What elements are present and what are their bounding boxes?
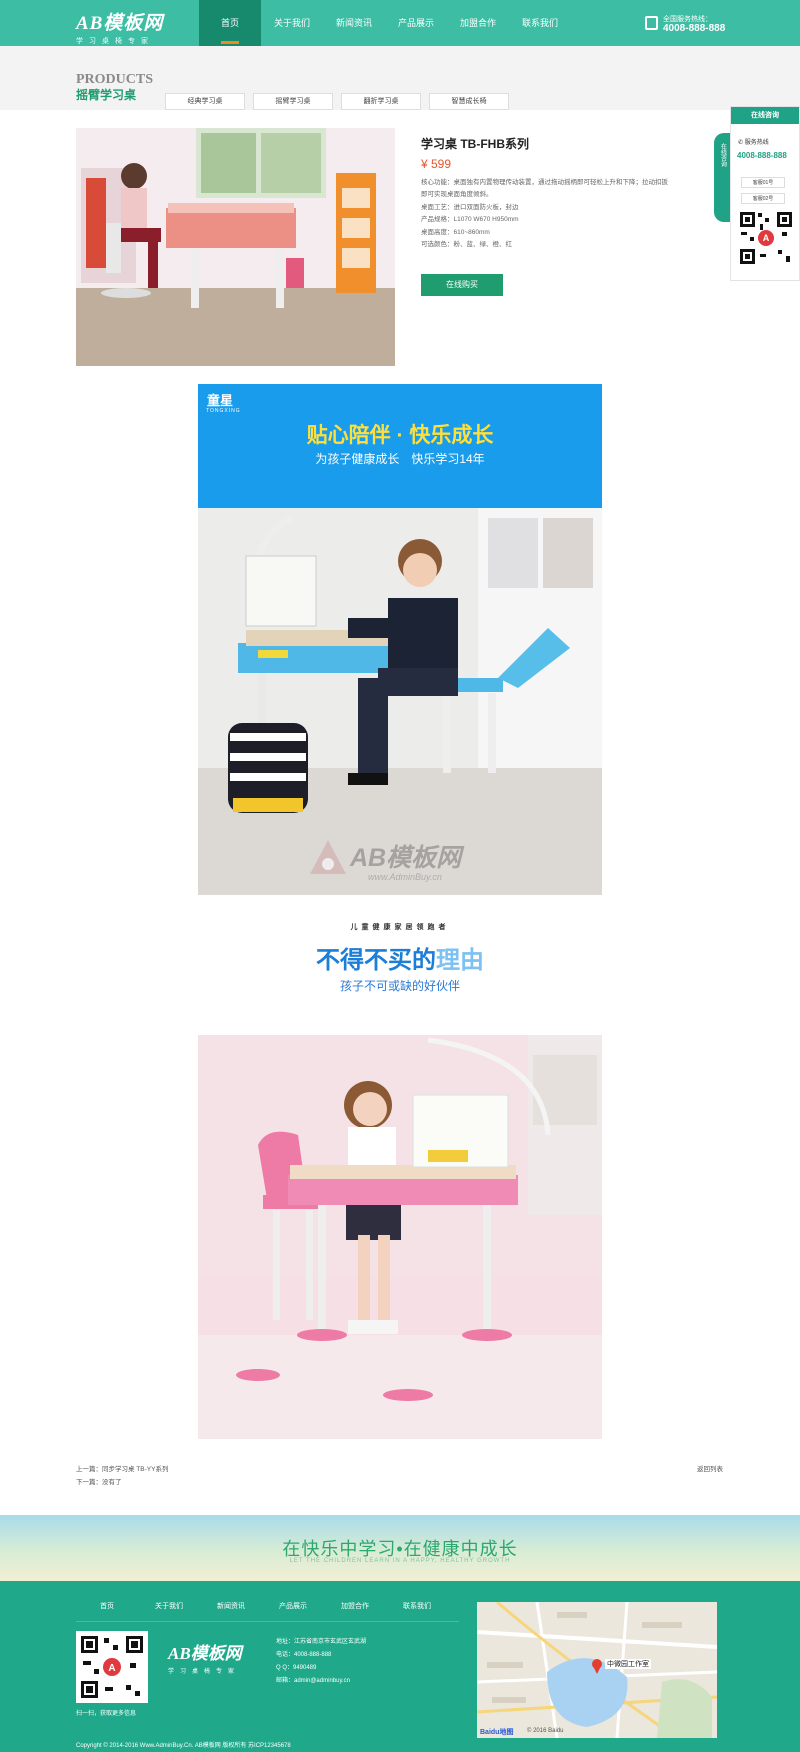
banner-headline: 贴心陪伴 · 快乐成长 xyxy=(306,424,494,447)
map-marker-label: 中微园工作室 xyxy=(605,1659,651,1669)
nav-item-contact[interactable]: 联系我们 xyxy=(509,0,571,46)
reason-subtitle: 孩子不可或缺的好伙伴 xyxy=(339,979,460,993)
footer-address: 地址：江苏省南京市玄武区玄武湖 xyxy=(276,1639,367,1645)
footer-nav-home[interactable]: 首页 xyxy=(76,1601,138,1611)
footer-copyright: Copyright © 2014-2016 Www.AdminBuy.Cn. A… xyxy=(76,1743,291,1749)
footer-scan-text: 扫一扫，获取更多信息 xyxy=(76,1711,137,1717)
reason-kicker: 儿童健康家居领跑者 xyxy=(350,924,450,931)
post-pager: 上一篇：同步学习桌 TB-YY系列 下一篇：没有了 xyxy=(76,1463,168,1489)
logo-sub-text: 学习桌椅专家 xyxy=(76,38,154,45)
side-tab-text: 在线咨询 xyxy=(719,143,726,167)
side-phone-label: ✆ 服务热线 xyxy=(738,137,769,146)
footer-qrcode-image: A xyxy=(76,1631,148,1703)
side-panel-title: 在线咨询 xyxy=(731,107,799,124)
banner-subline: 为孩子健康成长 快乐学习14年 xyxy=(315,452,485,466)
reason-title: 不得不买的理由 xyxy=(198,940,602,975)
side-qrcode-image: A xyxy=(738,210,794,266)
qq-service-2-button[interactable]: 客服02号 xyxy=(741,193,785,204)
products-title: PRODUCTS 摇臂学习桌 xyxy=(76,72,153,103)
footer-nav-join[interactable]: 加盟合作 xyxy=(324,1601,386,1611)
brand-logo-sub: TONGXING xyxy=(206,408,241,414)
footer-qq: Q Q：9490489 xyxy=(276,1665,317,1671)
page: AB模板网 学习桌椅专家 首页 关于我们 新闻资讯 产品展示 加盟合作 联系我们… xyxy=(0,0,800,1752)
reason-title-main: 不得不买的 xyxy=(316,947,436,974)
watermark-text: AB模板网 xyxy=(350,844,462,872)
site-footer: 首页 关于我们 新闻资讯 产品展示 加盟合作 联系我们 A 扫一扫，获取更多信息… xyxy=(0,1581,800,1752)
nav-item-join[interactable]: 加盟合作 xyxy=(447,0,509,46)
footer-divider xyxy=(76,1621,459,1622)
detail-photo-girl xyxy=(198,1035,602,1439)
side-consult-panel: 在线咨询 ✆ 服务热线 4008-888-888 客服01号 客服02号 A xyxy=(730,106,800,281)
footer-logo-sub: 学习桌椅专家 xyxy=(168,1669,241,1675)
spec-line: 即可实现桌面角度倾斜。 xyxy=(421,191,493,199)
hotline-number: 4008-888-888 xyxy=(663,23,726,34)
footer-nav-products[interactable]: 产品展示 xyxy=(262,1601,324,1611)
footer-contact-info: 地址：江苏省南京市玄武区玄武湖 电话：4008-888-888 Q Q：9490… xyxy=(276,1636,366,1688)
slogan-banner: 在快乐中学习•在健康中成长 LET THE CHILDREN LEARN IN … xyxy=(0,1515,800,1581)
products-title-cn: 摇臂学习桌 xyxy=(76,88,137,102)
site-header: AB模板网 学习桌椅专家 首页 关于我们 新闻资讯 产品展示 加盟合作 联系我们… xyxy=(0,0,800,46)
footer-nav-contact[interactable]: 联系我们 xyxy=(386,1601,448,1611)
watermark-logo-icon xyxy=(310,840,346,874)
tab-classic-desk[interactable]: 经典学习桌 xyxy=(165,93,245,110)
footer-tel: 电话：4008-888-888 xyxy=(276,1652,332,1658)
back-to-list-link[interactable]: 返回列表 xyxy=(697,1463,723,1473)
svg-text:A: A xyxy=(763,233,770,243)
product-price: ¥ 599 xyxy=(421,157,452,171)
footer-logo: AB模板网 学习桌椅专家 xyxy=(168,1639,242,1675)
footer-email: 邮箱：admin@adminbuy.cn xyxy=(276,1678,351,1684)
phone-icon xyxy=(645,16,658,30)
product-main-image xyxy=(76,128,395,366)
footer-logo-main: AB模板网 xyxy=(168,1644,242,1663)
map-copyright: © 2016 Baidu xyxy=(527,1728,564,1734)
footer-map[interactable]: 中微园工作室 Baidu地图 © 2016 Baidu xyxy=(477,1602,717,1738)
nav-item-home[interactable]: 首页 xyxy=(199,0,261,46)
nav-item-about[interactable]: 关于我们 xyxy=(261,0,323,46)
buy-online-button[interactable]: 在线购买 xyxy=(421,274,503,296)
main-nav: 首页 关于我们 新闻资讯 产品展示 加盟合作 联系我们 xyxy=(199,0,571,46)
tab-smart-chair[interactable]: 智慧成长椅 xyxy=(429,93,509,110)
brand-logo-text: 童星 xyxy=(207,393,234,408)
side-consult-tab[interactable]: 在线咨询 xyxy=(714,133,731,222)
side-phone-label-text: 服务热线 xyxy=(744,140,769,146)
spec-line: 产品规格：L1070 W670 H950mm xyxy=(421,216,519,224)
side-phone-number: 4008-888-888 xyxy=(737,151,787,160)
map-brand: Baidu地图 xyxy=(480,1729,514,1736)
reason-title-accent: 理由 xyxy=(436,947,484,974)
product-specs: 核心功能：桌面独有内置物理传动装置，通过拖动摇柄即可轻松上升和下降；拉动扣扳 即… xyxy=(421,177,711,251)
product-name: 学习桌 TB-FHB系列 xyxy=(421,137,529,151)
spec-line: 核心功能：桌面独有内置物理传动装置，通过拖动摇柄即可轻松上升和下降；拉动扣扳 xyxy=(421,179,668,186)
footer-nav: 首页 关于我们 新闻资讯 产品展示 加盟合作 联系我们 xyxy=(76,1601,448,1611)
nav-item-news[interactable]: 新闻资讯 xyxy=(323,0,385,46)
qq-service-1-button[interactable]: 客服01号 xyxy=(741,177,785,188)
next-post-link[interactable]: 下一篇：没有了 xyxy=(76,1476,168,1489)
svg-text:A: A xyxy=(108,1663,115,1674)
tab-folding-desk[interactable]: 翻折学习桌 xyxy=(341,93,421,110)
detail-photo-boy xyxy=(198,508,602,895)
watermark-url: www.AdminBuy.cn xyxy=(368,872,442,882)
category-tabs: 经典学习桌 摇臂学习桌 翻折学习桌 智慧成长椅 xyxy=(165,93,509,110)
phone-icon: ✆ xyxy=(738,140,745,146)
footer-nav-news[interactable]: 新闻资讯 xyxy=(200,1601,262,1611)
detail-banner: 童星 TONGXING 贴心陪伴 · 快乐成长 为孩子健康成长 快乐学习14年 xyxy=(198,384,602,508)
nav-item-products[interactable]: 产品展示 xyxy=(385,0,447,46)
spec-line: 桌面工艺：进口双面防火板，封边 xyxy=(421,203,519,211)
site-logo[interactable]: AB模板网 学习桌椅专家 xyxy=(76,8,186,45)
spec-line: 桌面高度：610~860mm xyxy=(421,228,490,236)
tab-rocker-desk[interactable]: 摇臂学习桌 xyxy=(253,93,333,110)
reason-heading: 儿童健康家居领跑者 不得不买的理由 孩子不可或缺的好伙伴 xyxy=(198,922,602,994)
spec-line: 可选颜色：粉、蓝、绿、橙、红 xyxy=(421,241,512,249)
footer-nav-about[interactable]: 关于我们 xyxy=(138,1601,200,1611)
prev-post-link[interactable]: 上一篇：同步学习桌 TB-YY系列 xyxy=(76,1463,168,1476)
logo-main-text: AB模板网 xyxy=(76,13,164,34)
slogan-en: LET THE CHILDREN LEARN IN A HAPPY, HEALT… xyxy=(289,1558,511,1564)
